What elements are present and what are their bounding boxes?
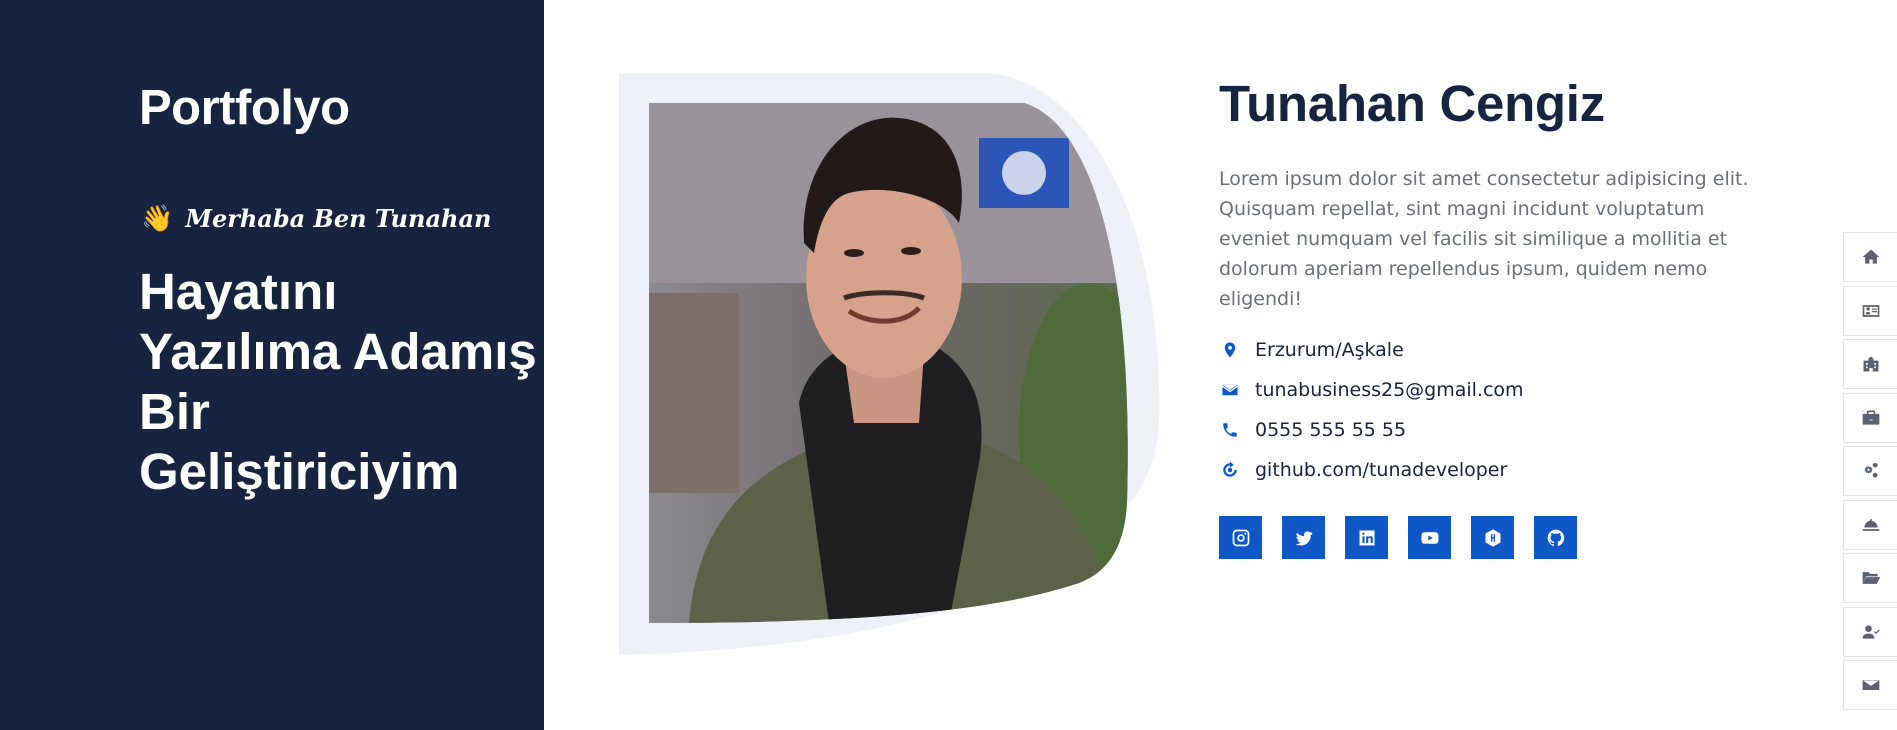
phone-icon (1219, 419, 1241, 441)
nav-about[interactable] (1843, 285, 1897, 336)
instagram-icon (1232, 529, 1249, 546)
nav-home[interactable] (1843, 232, 1897, 282)
home-icon (1862, 249, 1879, 264)
contact-location: Erzurum/Aşkale (1219, 330, 1779, 370)
instagram-button[interactable] (1219, 516, 1262, 559)
school-icon (1863, 356, 1878, 372)
hero-headline: Hayatını Yazılıma Adamış Bir Geliştirici… (139, 263, 537, 500)
section-side-nav (1843, 232, 1897, 714)
linkedin-button[interactable] (1345, 516, 1388, 559)
cogs-icon (1864, 462, 1878, 478)
profile-photo-container (619, 73, 1161, 655)
envelope-icon (1862, 680, 1879, 690)
contact-github-text[interactable]: github.com/tunadeveloper (1255, 459, 1507, 481)
contact-email-text[interactable]: tunabusiness25@gmail.com (1255, 379, 1524, 401)
nav-contact[interactable] (1843, 660, 1897, 710)
contact-list: Erzurum/Aşkale tunabusiness25@gmail.com … (1219, 330, 1779, 490)
greeting-text: Merhaba Ben Tunahan (185, 204, 492, 233)
github-button[interactable] (1534, 516, 1577, 559)
hackerrank-icon (1485, 528, 1500, 547)
youtube-button[interactable] (1408, 516, 1451, 559)
social-links (1219, 516, 1779, 559)
profile-name: Tunahan Cengiz (1219, 75, 1605, 132)
briefcase-icon (1862, 410, 1879, 425)
folder-open-icon (1862, 572, 1880, 584)
nav-projects[interactable] (1843, 553, 1897, 603)
github-icon (1547, 529, 1564, 546)
service-bell-icon (1862, 518, 1879, 531)
map-marker-icon (1219, 339, 1241, 361)
profile-photo (649, 103, 1128, 623)
site-logo-text[interactable]: Portfolyo (139, 80, 350, 136)
contact-phone-text[interactable]: 0555 555 55 55 (1255, 419, 1406, 441)
twitter-button[interactable] (1282, 516, 1325, 559)
youtube-icon (1421, 531, 1438, 544)
contact-location-text: Erzurum/Aşkale (1255, 339, 1404, 361)
id-card-icon (1862, 304, 1879, 317)
nav-services[interactable] (1843, 499, 1897, 550)
nav-skills[interactable] (1843, 446, 1897, 496)
hackerrank-button[interactable] (1471, 516, 1514, 559)
profile-info: Tunahan Cengiz Lorem ipsum dolor sit ame… (1219, 72, 1779, 559)
waving-hand-icon: 👋 (141, 203, 174, 234)
nav-experience[interactable] (1843, 392, 1897, 443)
nav-education[interactable] (1843, 339, 1897, 389)
github-link-icon (1219, 459, 1241, 481)
envelope-icon (1219, 379, 1241, 401)
contact-phone[interactable]: 0555 555 55 55 (1219, 410, 1779, 450)
linkedin-icon (1359, 530, 1374, 545)
twitter-icon (1295, 530, 1312, 546)
contact-github[interactable]: github.com/tunadeveloper (1219, 450, 1779, 490)
contact-email[interactable]: tunabusiness25@gmail.com (1219, 370, 1779, 410)
greeting: 👋 Merhaba Ben Tunahan (141, 204, 491, 233)
nav-references[interactable] (1843, 606, 1897, 657)
user-check-icon (1862, 624, 1880, 639)
profile-bio: Lorem ipsum dolor sit amet consectetur a… (1219, 168, 1749, 310)
hero-sidebar-panel: Portfolyo 👋 Merhaba Ben Tunahan Hayatını… (0, 0, 544, 730)
